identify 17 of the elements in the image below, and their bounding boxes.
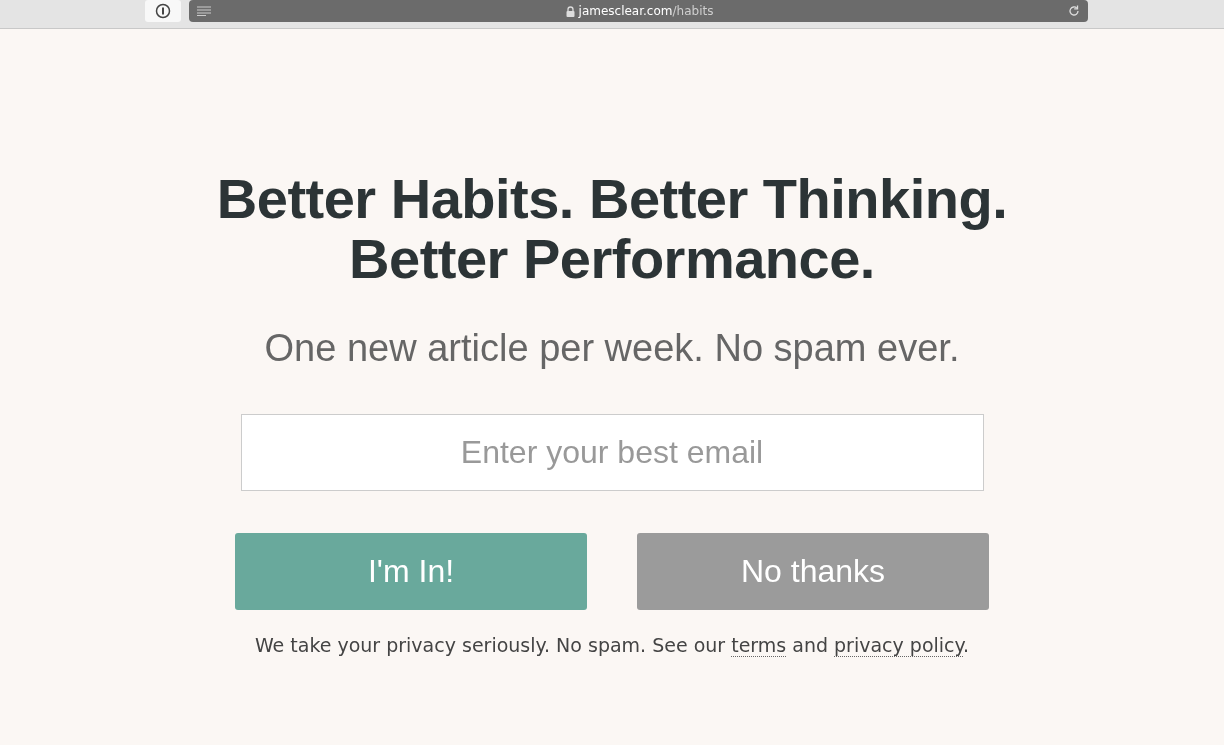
lock-icon: [565, 5, 575, 17]
password-manager-button[interactable]: [145, 0, 181, 22]
url-path: /habits: [672, 4, 714, 18]
privacy-policy-link[interactable]: privacy policy: [834, 634, 964, 657]
headline: Better Habits. Better Thinking.: [216, 169, 1008, 229]
reload-icon[interactable]: [1068, 5, 1080, 17]
keyhole-icon: [155, 3, 171, 19]
email-field[interactable]: Enter your best email: [240, 414, 984, 491]
subscribe-button[interactable]: I'm In!: [235, 533, 587, 610]
privacy-note: We take your privacy seriously. No spam. See our terms and privacy policy.: [254, 634, 970, 656]
address-bar[interactable]: jamesclear.com/habits: [189, 0, 1088, 22]
url-domain: jamesclear.com: [578, 4, 673, 18]
terms-link[interactable]: terms: [731, 634, 787, 657]
decline-button[interactable]: No thanks: [637, 533, 989, 610]
subtitle: One new article per week. No spam ever.: [264, 327, 960, 370]
reader-icon: [197, 6, 211, 16]
headline: Better Performance.: [349, 229, 875, 289]
